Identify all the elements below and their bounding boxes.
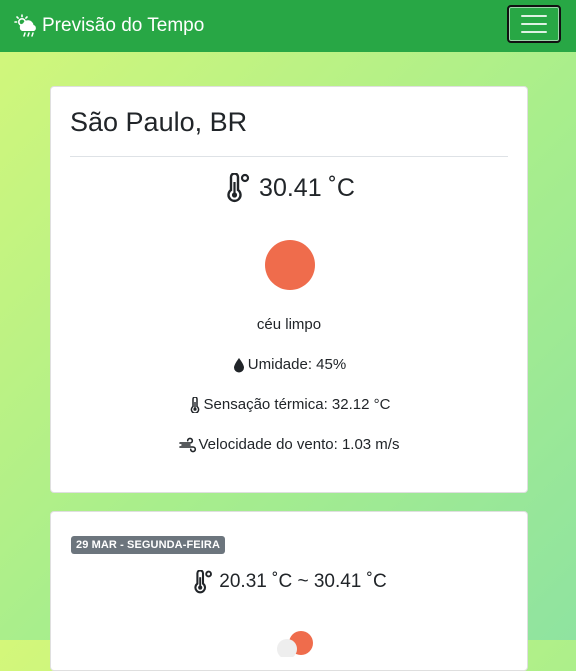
city-title: São Paulo, BR	[70, 107, 248, 137]
thermometer-icon	[194, 570, 213, 594]
thermometer-icon	[190, 396, 199, 413]
current-weather-card: São Paulo, BR 30.41 ˚C céu limpo Umidade…	[50, 86, 528, 493]
navbar: Previsão do Tempo	[0, 0, 576, 52]
forecast-day-card: 29 MAR - SEGUNDA-FEIRA 20.31 ˚C ~ 30.41 …	[50, 511, 528, 671]
brand-title: Previsão do Tempo	[42, 15, 205, 36]
feels-like: Sensação térmica: 32.12 °C	[51, 396, 527, 413]
wind-icon	[178, 437, 196, 452]
clear-sky-sun-icon	[265, 240, 315, 290]
weather-description: céu limpo	[256, 316, 322, 333]
water-drop-icon	[233, 357, 244, 372]
sun-cloud-rain-icon	[14, 14, 36, 37]
divider	[70, 156, 508, 157]
hamburger-icon	[521, 15, 547, 17]
temperature-value: 30.41 ˚C	[259, 173, 355, 202]
brand[interactable]: Previsão do Tempo	[14, 14, 204, 38]
date-badge: 29 MAR - SEGUNDA-FEIRA	[71, 536, 225, 554]
humidity: Umidade: 45%	[51, 356, 527, 373]
current-temperature: 30.41 ˚C	[51, 173, 527, 203]
wind-speed: Velocidade do vento: 1.03 m/s	[51, 436, 527, 453]
thermometer-icon	[227, 173, 250, 202]
menu-toggle-button[interactable]	[507, 5, 561, 43]
few-clouds-icon	[277, 631, 313, 657]
temperature-range: 20.31 ˚C ~ 30.41 ˚C	[51, 570, 527, 594]
